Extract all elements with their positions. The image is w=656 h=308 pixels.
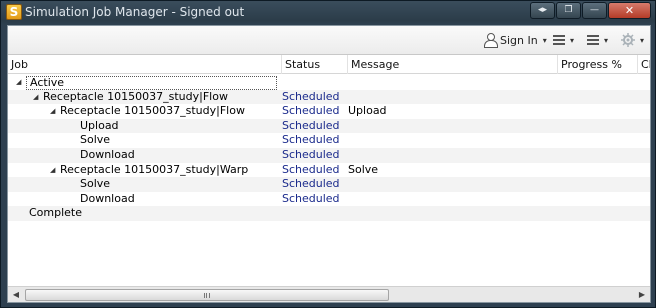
job-name: Solve: [80, 177, 111, 191]
column-header-progress[interactable]: Progress %: [558, 55, 638, 74]
filter-button[interactable]: ▾: [587, 32, 608, 48]
message-cell: [348, 206, 548, 221]
status-cell: Scheduled: [282, 104, 340, 118]
status-cell: Scheduled: [282, 133, 340, 147]
window-controls: ◂▸ ❐ — ✕: [529, 2, 651, 19]
status-cell: Scheduled: [282, 177, 340, 191]
scroll-left-arrow-icon[interactable]: ◀: [8, 287, 24, 303]
status-cell: [282, 75, 346, 90]
list-icon: [553, 35, 565, 45]
table-row[interactable]: Solve Scheduled: [8, 133, 650, 148]
job-tree-table: Job Status Message Progress % Cl ◢Active…: [8, 54, 650, 286]
message-cell: [348, 192, 548, 207]
table-row[interactable]: Download Scheduled: [8, 147, 650, 163]
table-row[interactable]: ◢ Receptacle 10150037_study|Warp Schedule…: [8, 162, 650, 178]
job-name: Receptacle 10150037_study|Flow: [60, 104, 245, 118]
title-bar[interactable]: S Simulation Job Manager - Signed out ◂▸…: [1, 1, 655, 25]
job-name: Solve: [80, 133, 111, 147]
toolbar: Sign In ▾ ▾ ▾ ▾: [8, 26, 650, 54]
minimize-button[interactable]: —: [582, 2, 607, 19]
column-header-status[interactable]: Status: [282, 55, 348, 74]
gear-icon: [621, 33, 635, 47]
message-cell: [348, 75, 548, 90]
collapse-triangle-icon[interactable]: ◢: [50, 104, 60, 119]
collapse-triangle-icon[interactable]: ◢: [16, 75, 26, 90]
sign-in-button[interactable]: Sign In ▾: [484, 32, 547, 48]
client-area: Sign In ▾ ▾ ▾ ▾ Job Status Message Progr…: [7, 25, 651, 303]
chevron-down-icon: ▾: [640, 35, 645, 45]
table-row[interactable]: Solve Scheduled: [8, 177, 650, 192]
dock-toggle-button[interactable]: ◂▸: [530, 2, 555, 19]
message-cell: [348, 90, 548, 105]
table-header: Job Status Message Progress % Cl: [8, 55, 650, 74]
status-cell: Scheduled: [282, 162, 340, 176]
table-row[interactable]: Download Scheduled: [8, 191, 650, 207]
table-row[interactable]: Upload Scheduled: [8, 118, 650, 134]
chevron-down-icon: ▾: [542, 35, 547, 45]
sign-in-label: Sign In: [500, 33, 538, 47]
status-cell: Scheduled: [282, 191, 340, 205]
horizontal-scrollbar[interactable]: ◀ ▶: [8, 286, 650, 302]
job-name: Complete: [29, 206, 83, 220]
job-name: Receptacle 10150037_study|Flow: [43, 89, 228, 103]
message-cell: [348, 119, 548, 134]
restore-window-button[interactable]: ❐: [556, 2, 581, 19]
app-logo-icon[interactable]: S: [6, 4, 22, 20]
job-name: Receptacle 10150037_study|Warp: [60, 162, 249, 176]
status-cell: Scheduled: [282, 147, 340, 161]
view-options-button[interactable]: ▾: [553, 32, 574, 48]
table-body: ◢ Active ◢ Receptacle 10150037_study|Flow …: [8, 75, 650, 221]
job-name: Download: [80, 191, 135, 205]
app-window: S Simulation Job Manager - Signed out ◂▸…: [0, 0, 656, 308]
message-cell: Solve: [348, 162, 379, 176]
message-cell: Upload: [348, 104, 387, 118]
collapse-triangle-icon[interactable]: ◢: [50, 163, 60, 178]
table-row[interactable]: ◢ Receptacle 10150037_study|Flow Schedule…: [8, 104, 650, 119]
status-cell: [282, 206, 346, 221]
job-name: Download: [80, 147, 135, 161]
scrollbar-thumb[interactable]: [25, 289, 389, 301]
table-row[interactable]: ◢ Receptacle 10150037_study|Flow Schedule…: [8, 89, 650, 105]
user-icon: [484, 33, 498, 48]
job-name: Active: [26, 76, 277, 90]
chevron-down-icon: ▾: [604, 35, 609, 45]
status-cell: Scheduled: [282, 118, 340, 132]
close-button[interactable]: ✕: [608, 2, 651, 19]
job-name: Upload: [80, 118, 119, 132]
window-title: Simulation Job Manager - Signed out: [25, 5, 245, 19]
grip-icon: [204, 293, 210, 298]
message-cell: [348, 177, 548, 192]
collapse-triangle-icon[interactable]: ◢: [33, 90, 43, 105]
column-header-job[interactable]: Job: [8, 55, 282, 74]
status-cell: Scheduled: [282, 89, 340, 103]
scroll-right-arrow-icon[interactable]: ▶: [634, 287, 650, 303]
column-header-message[interactable]: Message: [348, 55, 558, 74]
message-cell: [348, 148, 548, 163]
table-row[interactable]: ◢ Active: [8, 75, 650, 90]
table-row[interactable]: Complete: [8, 206, 650, 221]
column-header-cl[interactable]: Cl: [638, 55, 650, 74]
message-cell: [348, 133, 548, 148]
filter-list-icon: [587, 35, 599, 45]
chevron-down-icon: ▾: [570, 35, 575, 45]
settings-button[interactable]: ▾: [621, 32, 644, 48]
